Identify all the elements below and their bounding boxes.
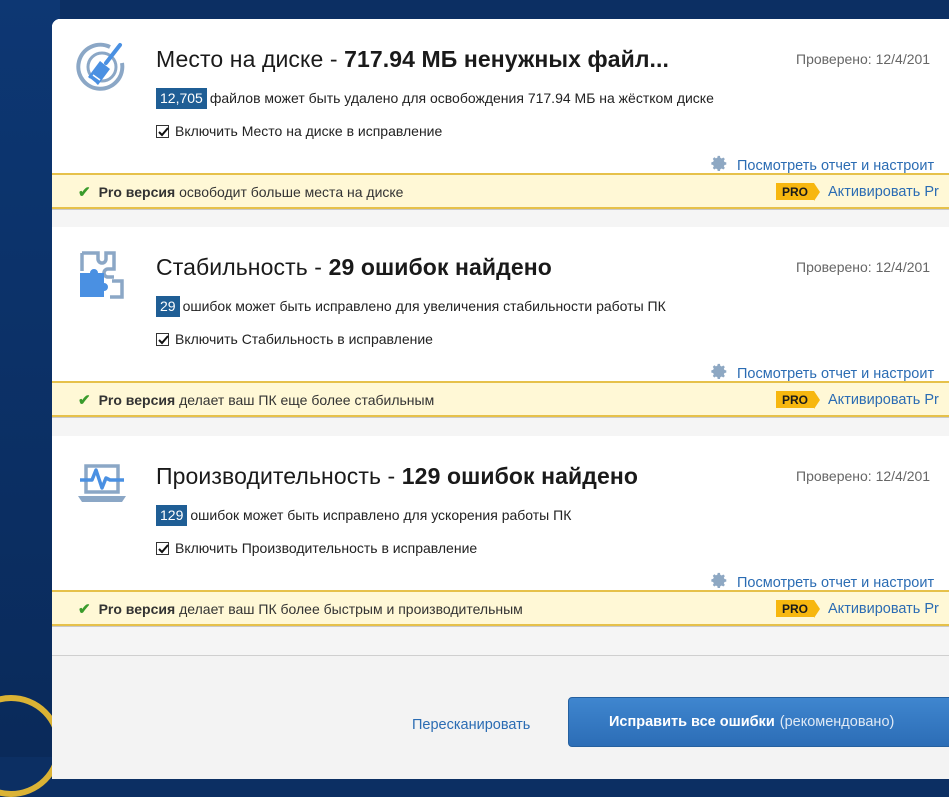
fix-all-button[interactable]: Исправить все ошибки (рекомендовано) bbox=[568, 697, 949, 747]
checked-date: Проверено: 12/4/201 bbox=[796, 468, 931, 484]
disk-cleanup-broom-icon bbox=[76, 41, 128, 93]
count-description: ошибок может быть исправлено для увеличе… bbox=[182, 298, 666, 314]
count-line: 29 ошибок может быть исправлено для увели… bbox=[156, 296, 666, 317]
pro-version-label: Pro версия bbox=[98, 392, 176, 408]
count-line: 129 ошибок может быть исправлено для уско… bbox=[156, 505, 571, 526]
card-title: Место на диске - 717.94 МБ ненужных файл… bbox=[156, 46, 670, 72]
count-line: 12,705 файлов может быть удалено для осво… bbox=[156, 88, 714, 109]
count-badge: 129 bbox=[156, 505, 188, 526]
action-footer: Пересканировать Исправить все ошибки (ре… bbox=[52, 655, 949, 779]
card-title: Стабильность - 29 ошибок найдено bbox=[156, 254, 552, 280]
checkmark-icon: ✔ bbox=[78, 601, 91, 618]
count-badge: 29 bbox=[156, 296, 180, 317]
include-checkbox[interactable] bbox=[156, 541, 169, 555]
include-checkbox[interactable] bbox=[156, 332, 169, 346]
include-checkbox-row[interactable]: Включить Производительность в исправлени… bbox=[156, 540, 477, 556]
include-label: Включить Производительность в исправлени… bbox=[175, 540, 478, 556]
card-disk-space: Место на диске - 717.94 МБ ненужных файл… bbox=[52, 19, 949, 210]
pro-tag: PRO bbox=[776, 600, 821, 618]
card-performance: Производительность - 129 ошибок найдено … bbox=[52, 436, 949, 627]
pro-tag: PRO bbox=[776, 183, 821, 201]
pro-tag: PRO bbox=[776, 391, 821, 409]
pro-upsell-bar: ✔ Pro версия делает ваш ПК еще более ста… bbox=[52, 381, 949, 417]
include-checkbox[interactable] bbox=[156, 124, 169, 138]
pro-upsell-bar: ✔ Pro версия делает ваш ПК более быстрым… bbox=[52, 590, 949, 626]
count-badge: 12,705 bbox=[156, 88, 207, 109]
count-description: файлов может быть удалено для освобожден… bbox=[209, 90, 714, 106]
pro-version-label: Pro версия bbox=[98, 601, 176, 617]
activate-pro-link[interactable]: PRO Активировать Pr bbox=[776, 391, 939, 409]
laptop-performance-icon bbox=[76, 458, 128, 510]
checked-date: Проверено: 12/4/201 bbox=[796, 51, 931, 67]
checkmark-icon: ✔ bbox=[78, 392, 91, 409]
card-title: Производительность - 129 ошибок найдено bbox=[156, 463, 639, 489]
fix-all-recommended: (рекомендовано) bbox=[779, 714, 895, 730]
pro-upsell-bar: ✔ Pro версия освободит больше места на д… bbox=[52, 173, 949, 209]
fix-all-label: Исправить все ошибки bbox=[609, 714, 775, 730]
activate-pro-link[interactable]: PRO Активировать Pr bbox=[776, 600, 939, 618]
include-checkbox-row[interactable]: Включить Место на диске в исправление bbox=[156, 123, 442, 139]
pro-description: делает ваш ПК более быстрым и производит… bbox=[179, 601, 523, 617]
scan-results-panel: Место на диске - 717.94 МБ ненужных файл… bbox=[52, 19, 949, 779]
include-label: Включить Стабильность в исправление bbox=[175, 331, 433, 347]
activate-pro-link[interactable]: PRO Активировать Pr bbox=[776, 183, 939, 201]
checkmark-icon: ✔ bbox=[78, 184, 91, 201]
pro-description: делает ваш ПК еще более стабильным bbox=[179, 392, 435, 408]
checked-date: Проверено: 12/4/201 bbox=[796, 259, 931, 275]
window-background bbox=[0, 0, 60, 757]
puzzle-stability-icon bbox=[76, 249, 128, 301]
pro-description: освободит больше места на диске bbox=[179, 184, 404, 200]
pro-version-label: Pro версия bbox=[98, 184, 176, 200]
include-checkbox-row[interactable]: Включить Стабильность в исправление bbox=[156, 331, 433, 347]
include-label: Включить Место на диске в исправление bbox=[175, 123, 443, 139]
rescan-link[interactable]: Пересканировать bbox=[412, 717, 530, 733]
card-stability: Стабильность - 29 ошибок найдено Провере… bbox=[52, 227, 949, 418]
count-description: ошибок может быть исправлено для ускорен… bbox=[190, 507, 572, 523]
